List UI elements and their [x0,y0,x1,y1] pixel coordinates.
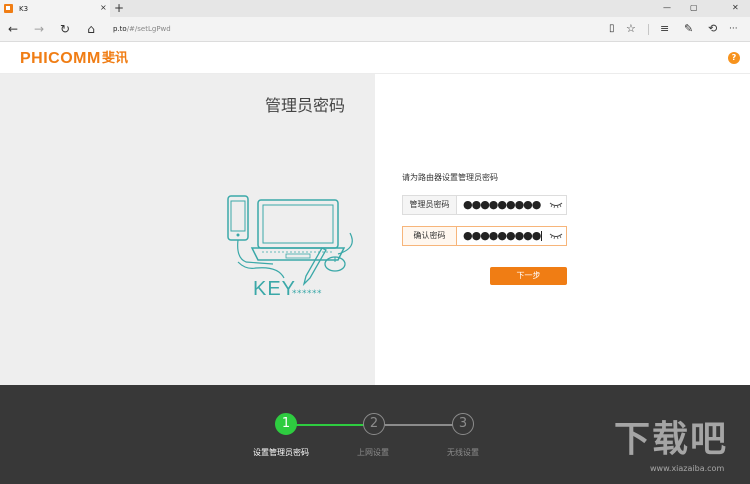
eye-closed-icon[interactable] [549,231,563,241]
window-close-icon[interactable]: ✕ [732,2,739,14]
home-icon[interactable]: ⌂ [84,22,98,36]
address-bar[interactable]: p.to/#/setLgPwd [113,22,493,36]
confirm-password-label: 确认密码 [403,227,457,245]
phicomm-logo: PHICOMM [20,50,101,67]
hub-icon[interactable]: ≡ [660,22,669,36]
step-3-label: 无线设置 [447,448,479,457]
address-host: p.to [113,25,127,33]
step-1-indicator: 1 [275,413,297,435]
confirm-password-input[interactable]: ●●●●●●●●● [463,227,543,245]
more-icon[interactable]: ··· [729,22,738,36]
step-connector-2 [385,424,453,426]
step-3-indicator: 3 [452,413,474,435]
page-title: 管理员密码 [265,96,346,115]
toolbar-divider [648,24,649,35]
maximize-icon[interactable]: ▢ [690,2,698,14]
tab-title: K3 [19,4,29,13]
phicomm-favicon-icon [4,4,13,13]
confirm-password-value: ●●●●●●●●● [463,229,541,242]
key-stars: ****** [292,289,322,299]
minimize-icon[interactable]: — [663,2,671,14]
reading-view-icon[interactable]: ▯ [609,22,615,36]
form-instruction: 请为路由器设置管理员密码 [402,173,498,182]
web-note-icon[interactable]: ✎ [684,22,693,36]
step-1-label: 设置管理员密码 [253,448,309,457]
help-icon[interactable]: ? [728,52,740,64]
step-connector-1 [296,424,364,426]
admin-password-input[interactable]: ●●●●●●●●● [463,196,541,214]
favorite-star-icon[interactable]: ☆ [626,22,636,36]
tab-close-icon[interactable]: × [100,3,107,13]
admin-password-field[interactable]: 管理员密码 ●●●●●●●●● [402,195,567,215]
router-key-illustration-icon [227,195,353,287]
app-header: PHICOMM 斐讯 ? [0,42,750,74]
next-step-button[interactable]: 下一步 [490,267,567,285]
share-icon[interactable]: ⟲ [708,22,717,36]
address-path: /#/setLgPwd [126,25,171,33]
new-tab-button[interactable]: + [114,1,124,15]
browser-tab-bar: K3 × + — ▢ ✕ [0,0,750,17]
key-text: KEY [253,278,297,300]
watermark: 下载吧 www.xiazaiba.com [610,420,750,484]
eye-closed-icon[interactable] [549,200,563,210]
text-caret [541,231,543,241]
phicomm-logo-cn: 斐讯 [102,51,129,66]
refresh-icon[interactable]: ↻ [58,22,72,36]
watermark-url: www.xiazaiba.com [650,464,725,473]
admin-password-label: 管理员密码 [403,196,457,214]
watermark-logo: 下载吧 [614,419,729,460]
confirm-password-field[interactable]: 确认密码 ●●●●●●●●● [402,226,567,246]
step-2-indicator: 2 [363,413,385,435]
browser-nav-bar: ← → ↻ ⌂ p.to/#/setLgPwd ▯ ☆ ≡ ✎ ⟲ ··· [0,17,750,42]
browser-tab[interactable]: K3 × [0,0,110,17]
step-2-label: 上网设置 [357,448,389,457]
forward-arrow-icon[interactable]: → [32,22,46,36]
back-arrow-icon[interactable]: ← [6,22,20,36]
